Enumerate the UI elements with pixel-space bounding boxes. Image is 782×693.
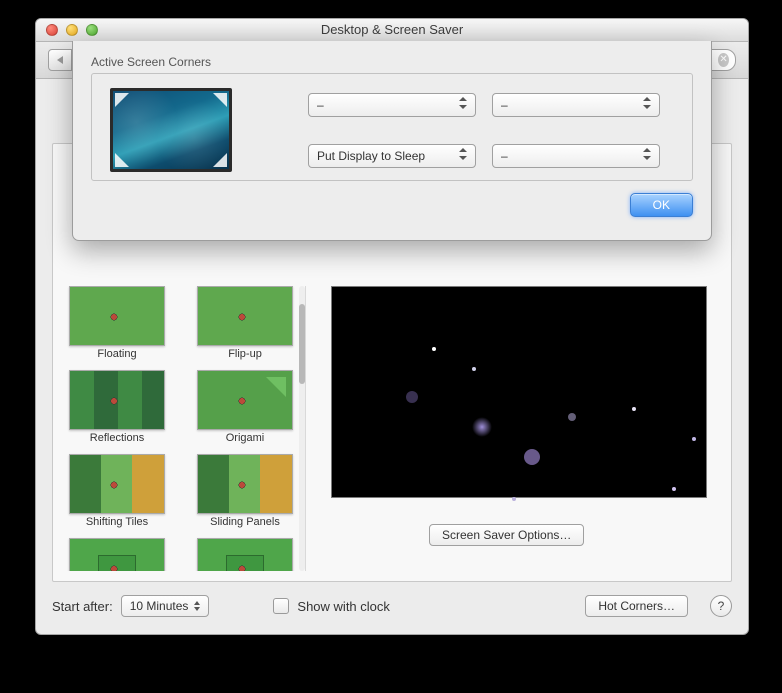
popup-value: –	[501, 98, 508, 112]
bottom-right-corner-popup[interactable]: –	[492, 144, 660, 168]
top-left-corner-popup[interactable]: –	[308, 93, 476, 117]
corner-indicator-icon	[115, 153, 129, 167]
hot-corners-sheet: Active Screen Corners – – Put	[72, 41, 712, 241]
titlebar: Desktop & Screen Saver	[36, 19, 748, 42]
zoom-window-button[interactable]	[86, 24, 98, 36]
sheet-title: Active Screen Corners	[91, 55, 693, 69]
back-button[interactable]	[48, 49, 72, 71]
ok-button[interactable]: OK	[630, 193, 693, 217]
corner-indicator-icon	[213, 93, 227, 107]
top-right-corner-popup[interactable]: –	[492, 93, 660, 117]
popup-value: –	[501, 149, 508, 163]
system-preferences-window: Desktop & Screen Saver Show All ✕ Floati…	[35, 18, 749, 635]
chevron-left-icon	[57, 56, 63, 64]
window-title: Desktop & Screen Saver	[321, 22, 463, 37]
popup-value: –	[317, 98, 324, 112]
corners-group: – – Put Display to Sleep	[91, 73, 693, 181]
window-controls	[46, 24, 98, 36]
minimize-window-button[interactable]	[66, 24, 78, 36]
corner-indicator-icon	[213, 153, 227, 167]
close-window-button[interactable]	[46, 24, 58, 36]
popup-value: Put Display to Sleep	[317, 149, 425, 163]
clear-search-button[interactable]: ✕	[718, 53, 729, 67]
display-preview	[110, 88, 232, 172]
bottom-left-corner-popup[interactable]: Put Display to Sleep	[308, 144, 476, 168]
corner-indicator-icon	[115, 93, 129, 107]
